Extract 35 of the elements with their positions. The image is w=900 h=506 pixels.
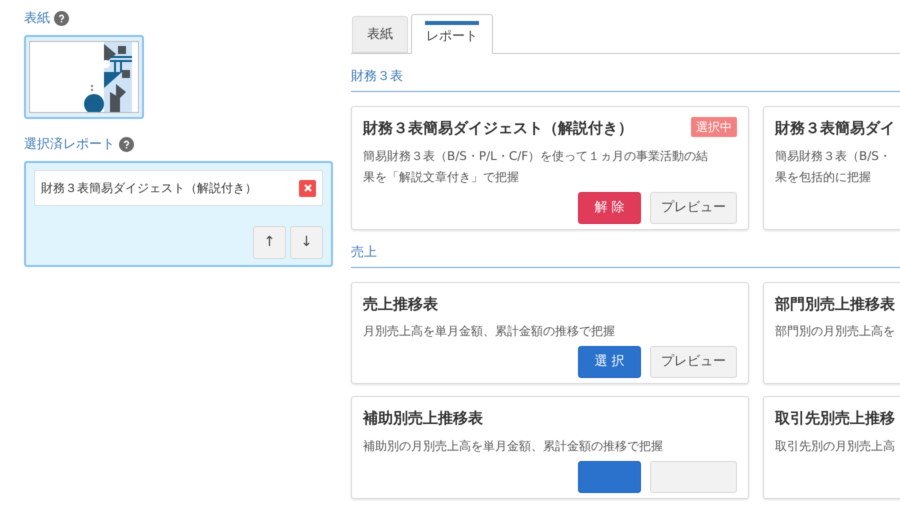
card-description: 果を「解説文章付き」で把握: [363, 168, 520, 186]
tab[interactable]: レポート: [411, 14, 493, 54]
card-title: 取引先別売上推移: [775, 408, 895, 429]
cover-thumbnail[interactable]: [24, 34, 144, 118]
card-description: 取引先別の月別売上高: [775, 438, 896, 454]
help-icon[interactable]: [54, 11, 69, 26]
help-icon[interactable]: [119, 136, 134, 152]
active-tab-indicator: [425, 21, 479, 25]
section-heading: 財務３表: [351, 69, 403, 84]
deselect-button[interactable]: 解 除: [578, 192, 641, 224]
card-title: 財務３表簡易ダイジェスト（解説付き）: [363, 118, 633, 139]
card-description: 簡易財務３表（B/S・: [775, 148, 892, 164]
selected-reports-label: 選択済レポート: [24, 136, 115, 154]
card-description: 月別売上高を単月金額、累計金額の推移で把握: [363, 323, 616, 340]
card-title: 補助別売上推移表: [363, 408, 483, 429]
remove-button[interactable]: [299, 180, 316, 196]
tab[interactable]: 表紙: [352, 16, 408, 53]
card-title: 売上推移表: [363, 294, 438, 314]
card-description: 果を包括的に把握: [775, 168, 872, 186]
preview-button[interactable]: プレビュー: [650, 192, 737, 224]
section-heading: 売上: [351, 244, 377, 260]
card-description: 補助別の月別売上高を単月金額、累計金額の推移で把握: [363, 438, 664, 454]
card-title: 部門別売上推移表: [775, 294, 895, 314]
card-description: 部門別の月別売上高を: [775, 323, 896, 340]
selected-badge: 選択中: [691, 117, 737, 137]
select-button[interactable]: 選 択: [578, 346, 641, 378]
move-button[interactable]: ↑: [253, 226, 286, 259]
card-description: 簡易財務３表（B/S・P/L・C/F）を使って１ヵ月の事業活動の結: [363, 148, 710, 164]
preview-button[interactable]: プレビュー: [650, 346, 737, 378]
move-button[interactable]: ↓: [290, 226, 323, 259]
selected-report-item[interactable]: 財務３表簡易ダイジェスト（解説付き）: [34, 170, 323, 206]
selected-report-title: 財務３表簡易ダイジェスト（解説付き）: [41, 180, 257, 197]
card-title: 財務３表簡易ダイ: [775, 118, 895, 139]
cover-label: 表紙: [24, 10, 50, 28]
close-icon: [304, 184, 312, 192]
